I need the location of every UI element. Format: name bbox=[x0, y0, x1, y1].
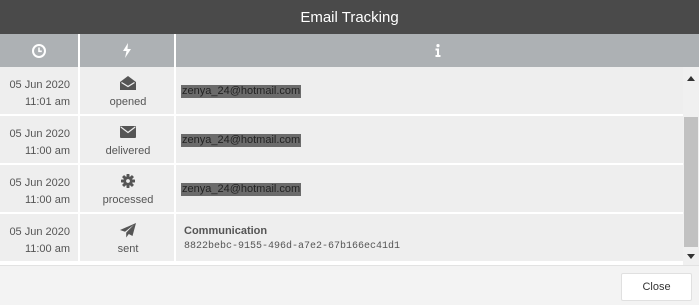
time-cell: 05 Jun 2020 11:01 am bbox=[0, 67, 80, 114]
time-cell: 05 Jun 2020 11:00 am bbox=[0, 116, 80, 163]
info-cell: zenya_24@hotmail.com bbox=[176, 165, 683, 212]
vertical-scrollbar[interactable] bbox=[683, 67, 699, 265]
event-date: 05 Jun 2020 bbox=[9, 128, 70, 140]
envelope-icon bbox=[120, 126, 136, 138]
time-cell: 05 Jun 2020 11:00 am bbox=[0, 165, 80, 212]
clock-icon bbox=[32, 43, 46, 58]
recipient-email: zenya_24@hotmail.com bbox=[181, 183, 302, 196]
recipient-email: zenya_24@hotmail.com bbox=[181, 134, 302, 147]
time-cell: 05 Jun 2020 11:00 am bbox=[0, 214, 80, 261]
envelope-open-icon bbox=[120, 76, 136, 90]
table-body: 05 Jun 2020 11:01 am opened zenya_24@hot… bbox=[0, 67, 683, 265]
info-cell: Communication 8822bebc-9155-496d-a7e2-67… bbox=[176, 214, 683, 261]
column-header-info bbox=[176, 34, 699, 67]
info-icon bbox=[435, 44, 440, 57]
event-date: 05 Jun 2020 bbox=[9, 79, 70, 91]
event-date: 05 Jun 2020 bbox=[9, 226, 70, 238]
info-cell: zenya_24@hotmail.com bbox=[176, 116, 683, 163]
column-header-time bbox=[0, 34, 80, 67]
bolt-icon bbox=[123, 43, 131, 58]
event-cell: processed bbox=[80, 165, 176, 212]
table-header bbox=[0, 34, 699, 67]
paper-plane-icon bbox=[120, 223, 136, 238]
tracking-table: 05 Jun 2020 11:01 am opened zenya_24@hot… bbox=[0, 34, 699, 265]
communication-title: Communication bbox=[184, 225, 268, 237]
event-label: delivered bbox=[105, 145, 151, 157]
communication-id: 8822bebc-9155-496d-a7e2-67b166ec41d1 bbox=[184, 241, 401, 252]
event-cell: sent bbox=[80, 214, 176, 261]
event-time: 11:00 am bbox=[24, 145, 70, 157]
event-label: sent bbox=[117, 243, 139, 255]
info-cell: zenya_24@hotmail.com bbox=[176, 67, 683, 114]
scroll-up-arrow-icon[interactable] bbox=[683, 71, 699, 85]
close-button[interactable]: Close bbox=[621, 273, 692, 301]
scrollbar-thumb[interactable] bbox=[684, 117, 698, 247]
table-row: 05 Jun 2020 11:00 am delivered zenya_24@… bbox=[0, 116, 683, 163]
dialog-footer: Close bbox=[0, 265, 699, 305]
event-time: 11:00 am bbox=[24, 194, 70, 206]
dialog-titlebar: Email Tracking bbox=[0, 0, 699, 34]
event-date: 05 Jun 2020 bbox=[9, 177, 70, 189]
table-row: 05 Jun 2020 11:01 am opened zenya_24@hot… bbox=[0, 67, 683, 114]
scroll-down-arrow-icon[interactable] bbox=[683, 249, 699, 263]
dialog-title: Email Tracking bbox=[300, 8, 399, 26]
event-time: 11:01 am bbox=[24, 96, 70, 108]
event-label: opened bbox=[109, 96, 147, 108]
email-tracking-dialog: Email Tracking 05 Jun 2020 11:01 am open… bbox=[0, 0, 699, 305]
gear-icon bbox=[121, 174, 135, 188]
event-time: 11:00 am bbox=[24, 243, 70, 255]
recipient-email: zenya_24@hotmail.com bbox=[181, 85, 302, 98]
column-header-event bbox=[80, 34, 176, 67]
event-cell: delivered bbox=[80, 116, 176, 163]
table-row: 05 Jun 2020 11:00 am processed zenya_24@… bbox=[0, 165, 683, 212]
event-cell: opened bbox=[80, 67, 176, 114]
event-label: processed bbox=[102, 194, 154, 206]
table-row: 05 Jun 2020 11:00 am sent Communication … bbox=[0, 214, 683, 261]
